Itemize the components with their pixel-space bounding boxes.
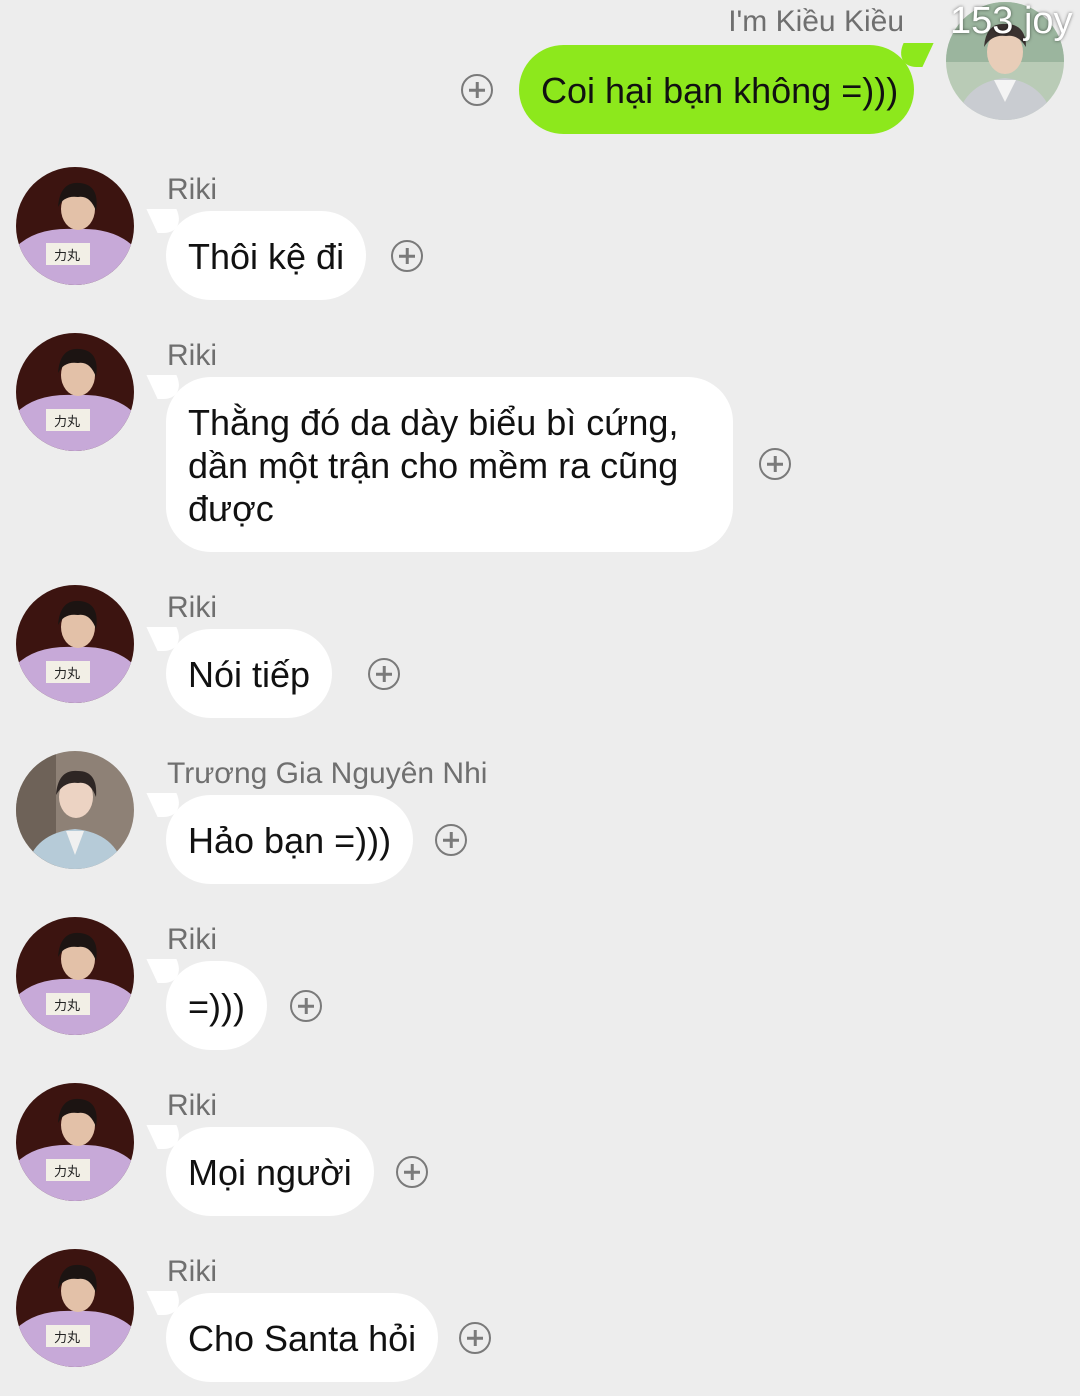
sender-name: Riki [167,591,217,624]
avatar-riki[interactable]: 力丸 [16,585,134,703]
svg-text:力丸: 力丸 [54,999,80,1014]
add-reaction-icon[interactable] [391,240,423,272]
message-bubble[interactable]: Hảo bạn =))) [166,795,414,884]
sender-name: Riki [167,923,217,956]
message-bubble[interactable]: Thôi kệ đi [166,211,367,300]
avatar-riki[interactable]: 力丸 [16,1083,134,1201]
add-reaction-icon[interactable] [759,448,791,480]
svg-text:力丸: 力丸 [54,1165,80,1180]
message-bubble[interactable]: =))) [166,961,267,1050]
watermark-text: 153 joy [950,0,1073,42]
add-reaction-icon[interactable] [435,824,467,856]
svg-text:力丸: 力丸 [54,249,80,264]
person-photo-icon: 力丸 [16,1249,134,1367]
sender-name: Trương Gia Nguyên Nhi [167,757,488,790]
person-photo-icon: 力丸 [16,333,134,451]
add-reaction-icon[interactable] [290,990,322,1022]
svg-text:力丸: 力丸 [54,415,80,430]
add-reaction-icon[interactable] [368,658,400,690]
message-line: Thằng đó da dày biểu bì cứng, [188,402,679,443]
message-bubble[interactable]: Cho Santa hỏi [166,1293,439,1382]
avatar-truong-gia-nguyen-nhi[interactable] [16,751,134,869]
sender-name: Riki [167,1089,217,1122]
sender-name: Riki [167,1255,217,1288]
avatar-riki[interactable]: 力丸 [16,333,134,451]
message-bubble-self[interactable]: Coi hại bạn không =))) [519,45,914,134]
message-bubble[interactable]: Nói tiếp [166,629,333,718]
sender-name: Riki [167,339,217,372]
avatar-riki[interactable]: 力丸 [16,167,134,285]
add-reaction-icon[interactable] [461,74,493,106]
svg-text:力丸: 力丸 [54,667,80,682]
person-photo-icon [16,751,134,869]
message-bubble[interactable]: Mọi người [166,1127,374,1216]
add-reaction-icon[interactable] [396,1156,428,1188]
message-bubble[interactable]: Thằng đó da dày biểu bì cứng, dần một tr… [166,377,733,552]
sender-name-self: I'm Kiều Kiều [728,5,904,38]
svg-text:力丸: 力丸 [54,1331,80,1346]
person-photo-icon: 力丸 [16,167,134,285]
person-photo-icon: 力丸 [16,1083,134,1201]
person-photo-icon: 力丸 [16,585,134,703]
sender-name: Riki [167,173,217,206]
message-line: được [188,488,274,529]
avatar-riki[interactable]: 力丸 [16,1249,134,1367]
message-line: dần một trận cho mềm ra cũng [188,445,679,486]
add-reaction-icon[interactable] [459,1322,491,1354]
avatar-riki[interactable]: 力丸 [16,917,134,1035]
person-photo-icon: 力丸 [16,917,134,1035]
